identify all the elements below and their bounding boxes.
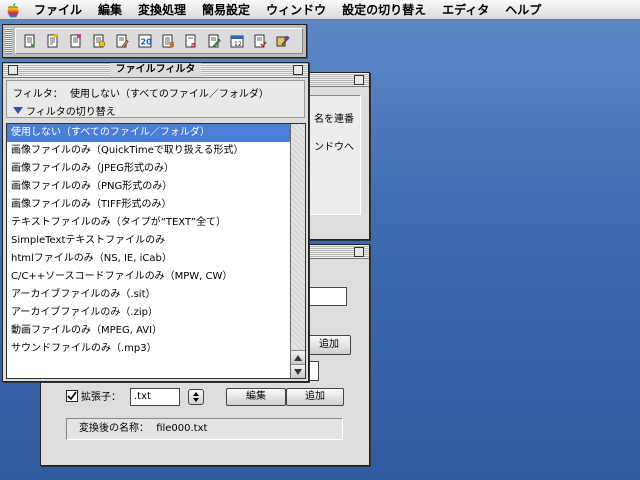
filter-list-item[interactable]: htmlファイルのみ（NS, IE, iCab）	[7, 250, 290, 268]
toolbar-doc-check-icon[interactable]	[250, 31, 270, 51]
floating-toolbar: 20 a 12	[2, 24, 307, 58]
toolbar-doc-yellow-icon[interactable]	[89, 31, 109, 51]
add-button[interactable]: 追加	[286, 388, 344, 406]
toolbar-numbering-icon[interactable]: 20	[135, 31, 155, 51]
filter-list-item[interactable]: 画像ファイルのみ（PNG形式のみ）	[7, 178, 290, 196]
toolbar-calendar-icon[interactable]: 12	[227, 31, 247, 51]
filter-value: 使用しない（すべてのファイル／フォルダ）	[70, 89, 269, 100]
menu-quick-settings[interactable]: 簡易設定	[194, 0, 258, 20]
menu-help[interactable]: ヘルプ	[497, 0, 549, 20]
zoom-box[interactable]	[354, 247, 364, 257]
svg-text:12: 12	[234, 41, 242, 48]
toolbar-tools-icon[interactable]	[273, 31, 293, 51]
toolbar-button-row: 20 a 12	[15, 28, 303, 54]
menu-edit[interactable]: 編集	[90, 0, 130, 20]
filter-list-item[interactable]: テキストファイルのみ（タイプが“TEXT”全て）	[7, 214, 290, 232]
extension-label: 拡張子：	[81, 392, 121, 403]
toolbar-list-icon[interactable]	[158, 31, 178, 51]
result-value: file000.txt	[156, 423, 208, 434]
window-text-fragment: ンドウへ	[314, 142, 354, 153]
toolbar-doc-red-icon[interactable]	[66, 31, 86, 51]
extension-field[interactable]: .txt	[130, 388, 180, 406]
sequence-text-fragment: 名を連番	[314, 114, 354, 125]
edit-button[interactable]: 編集	[226, 388, 286, 406]
scroll-down-arrow[interactable]	[291, 364, 305, 378]
text-field-partial[interactable]	[307, 287, 347, 306]
arrow-down-icon	[294, 368, 302, 375]
toolbar-pencil-icon[interactable]	[204, 31, 224, 51]
vertical-scrollbar[interactable]	[290, 124, 305, 378]
filter-list-item[interactable]: 画像ファイルのみ（JPEG形式のみ）	[7, 160, 290, 178]
filter-list-item[interactable]: SimpleTextテキストファイルのみ	[7, 232, 290, 250]
filter-label: フィルタ：	[13, 89, 63, 100]
add-button-upper[interactable]: 追加	[307, 335, 351, 355]
filter-toggle-disclosure[interactable]: フィルタの切り替え	[13, 103, 116, 118]
extension-stepper[interactable]	[188, 389, 204, 405]
toolbar-letter-a-icon[interactable]: a	[181, 31, 201, 51]
apple-menu-icon[interactable]	[0, 0, 26, 20]
extension-row: 拡張子：	[66, 388, 121, 403]
zoom-box[interactable]	[293, 65, 303, 75]
toolbar-convert-icon[interactable]	[20, 31, 40, 51]
close-box[interactable]	[8, 65, 18, 75]
arrow-up-icon	[294, 354, 302, 361]
filter-list-item[interactable]: 使用しない（すべてのファイル／フォルダ）	[7, 124, 290, 142]
result-label: 変換後の名称：	[79, 423, 149, 434]
filter-list-item[interactable]: 動画ファイルのみ（MPEG, AVI）	[7, 322, 290, 340]
zoom-box[interactable]	[354, 75, 364, 85]
menu-convert[interactable]: 変換処理	[130, 0, 194, 20]
checkmark-icon	[67, 391, 77, 400]
svg-text:a: a	[191, 41, 196, 49]
scrollbar-track[interactable]	[291, 124, 305, 378]
toolbar-edit-icon[interactable]	[112, 31, 132, 51]
file-filter-window: ファイルフィルタ フィルタ： 使用しない（すべてのファイル／フォルダ） フィルタ…	[2, 62, 309, 382]
filter-window-title-bar[interactable]: ファイルフィルタ	[3, 63, 308, 78]
filter-list-item[interactable]: サウンドファイルのみ（.mp3）	[7, 340, 290, 358]
filter-list: 使用しない（すべてのファイル／フォルダ） 画像ファイルのみ（QuickTimeで…	[7, 124, 290, 378]
filter-list-item[interactable]: アーカイブファイルのみ（.sit）	[7, 286, 290, 304]
filter-list-item[interactable]: 画像ファイルのみ（TIFF形式のみ）	[7, 196, 290, 214]
stepper-arrows-icon	[193, 392, 199, 402]
filter-list-item[interactable]: C/C++ソースコードファイルのみ（MPW, CW）	[7, 268, 290, 286]
menu-file[interactable]: ファイル	[26, 0, 90, 20]
menu-switch-settings[interactable]: 設定の切り替え	[334, 0, 434, 20]
filter-list-item[interactable]: アーカイブファイルのみ（.zip）	[7, 304, 290, 322]
toolbar-drag-handle[interactable]	[5, 28, 12, 54]
result-name-box: 変換後の名称： file000.txt	[66, 418, 343, 440]
disclosure-triangle-icon	[13, 106, 23, 114]
current-filter-line: フィルタ： 使用しない（すべてのファイル／フォルダ）	[13, 85, 269, 100]
svg-text:20: 20	[141, 38, 153, 47]
menu-bar: ファイル 編集 変換処理 簡易設定 ウィンドウ 設定の切り替え エディタ ヘルプ	[0, 0, 640, 20]
filter-toggle-label: フィルタの切り替え	[26, 107, 116, 118]
menu-editor[interactable]: エディタ	[434, 0, 497, 20]
scroll-up-arrow[interactable]	[291, 350, 305, 364]
extension-checkbox[interactable]	[66, 389, 78, 402]
toolbar-document-icon[interactable]	[43, 31, 63, 51]
filter-list-box: 使用しない（すべてのファイル／フォルダ） 画像ファイルのみ（QuickTimeで…	[6, 123, 306, 379]
filter-list-item[interactable]: 画像ファイルのみ（QuickTimeで取り扱える形式）	[7, 142, 290, 160]
window-title: ファイルフィルタ	[109, 63, 202, 77]
menu-window[interactable]: ウィンドウ	[258, 0, 334, 20]
filter-header: フィルタ： 使用しない（すべてのファイル／フォルダ） フィルタの切り替え	[6, 80, 305, 118]
